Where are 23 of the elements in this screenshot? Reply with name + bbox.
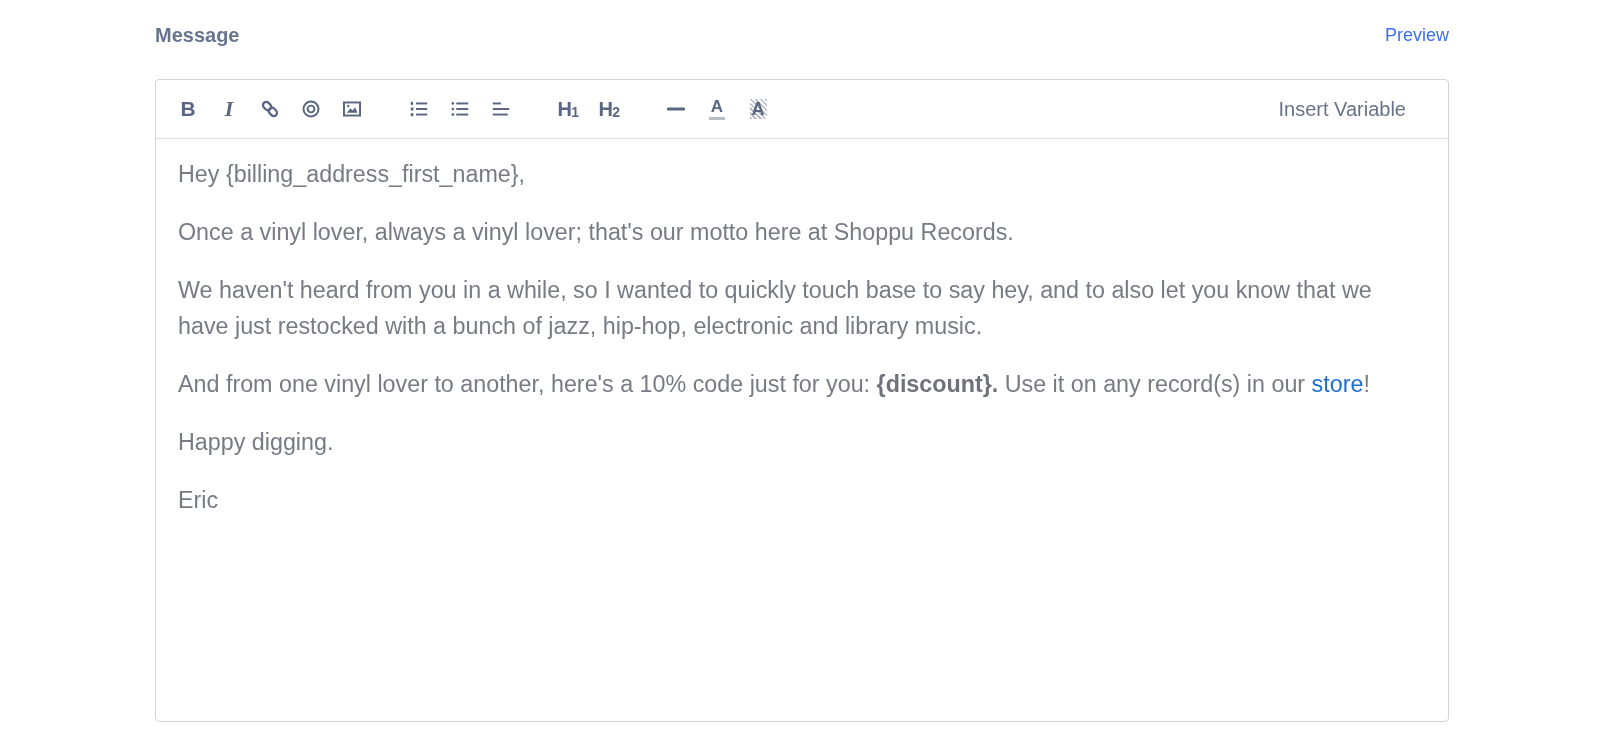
text-color-button[interactable]: A	[701, 93, 733, 125]
bold-button[interactable]: B	[172, 93, 204, 125]
message-paragraph: Happy digging.	[178, 428, 335, 457]
align-left-icon	[492, 100, 510, 118]
chain-link-icon	[261, 100, 279, 118]
heading-button[interactable]: H$_{1}$	[552, 93, 584, 125]
highlight-button[interactable]: A	[742, 93, 774, 125]
store-link[interactable]: store	[1311, 371, 1364, 397]
numbered-list-icon	[410, 100, 428, 118]
preview-link[interactable]: Preview	[1384, 24, 1449, 46]
heading-button[interactable]: H$_{2}$	[593, 93, 625, 125]
bullet-list-icon	[451, 100, 469, 118]
message-paragraph: And from one vinyl lover to another, here's a 10% code just for you: {discount}. Use it on any record(s) in our store!	[178, 370, 1371, 399]
picture-icon	[343, 100, 361, 118]
italic-button[interactable]: I	[213, 93, 245, 125]
message-paragraph: Once a vinyl lover, always a vinyl lover; that's our motto here at Shoppu Records.	[178, 218, 1015, 247]
dash-icon	[667, 107, 685, 111]
message-paragraph: Eric	[178, 486, 220, 515]
message-paragraph: Hey {billing_address_first_name},	[178, 160, 527, 189]
concentric-circles-icon	[302, 100, 320, 118]
section-label: Message	[155, 23, 240, 47]
message-paragraph: We haven't heard from you in a while, so I wanted to quickly touch base to say hey, and to also let you know that we have just restocked with a bunch of jazz, hip-hop, electronic and library music.	[178, 276, 1373, 341]
insert-variable-button[interactable]: Insert Variable	[1266, 91, 1418, 127]
